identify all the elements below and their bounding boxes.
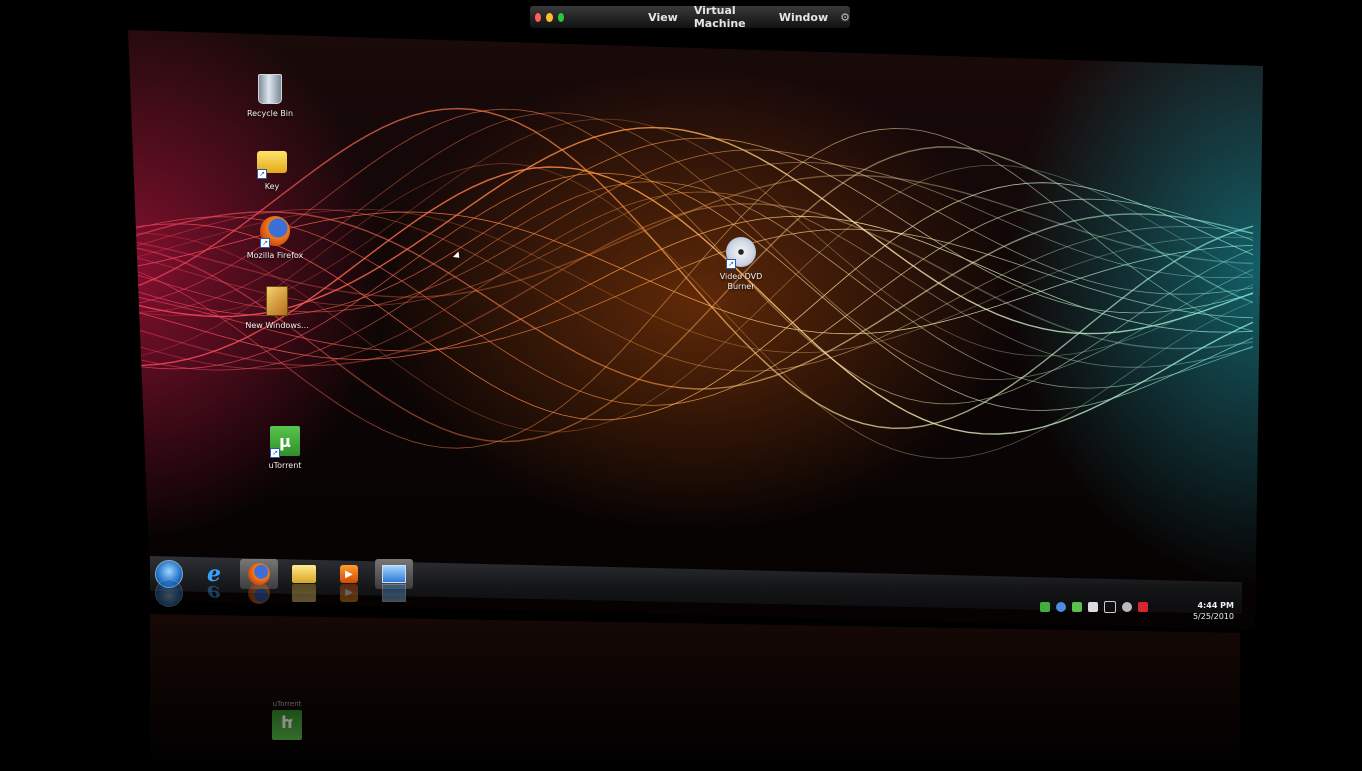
desktop-icon-label: New Windows... (245, 321, 309, 330)
folder-icon: ↗ (255, 145, 289, 179)
utorrent-icon: µ ↗ (268, 424, 302, 458)
document-icon (260, 284, 294, 318)
bluetooth-icon[interactable] (1056, 602, 1066, 612)
utorrent-tray-icon[interactable] (1072, 602, 1082, 612)
recycle-bin-icon (253, 72, 287, 106)
shortcut-arrow-icon: ↗ (270, 448, 280, 458)
desktop-reflection (150, 614, 1240, 771)
close-window-dot[interactable] (535, 12, 542, 22)
taskbar-clock[interactable]: 4:44 PM 5/25/2010 (1178, 600, 1234, 622)
clock-time: 4:44 PM (1197, 601, 1234, 610)
desktop-icon-video-dvd[interactable]: ↗ Video DVD Burner (706, 235, 776, 292)
desktop-icon-label: Mozilla Firefox (246, 251, 304, 260)
desktop-icon-label: Recycle Bin (246, 109, 294, 118)
utorrent-icon: µ (272, 710, 302, 740)
volume-icon[interactable] (1122, 602, 1132, 612)
utorrent-reflection: uTorrent µ (272, 700, 302, 740)
shortcut-arrow-icon: ↗ (257, 169, 267, 179)
shortcut-arrow-icon: ↗ (260, 238, 270, 248)
desktop-icon-firefox[interactable]: ↗ Mozilla Firefox (240, 214, 310, 261)
desktop-icon-label: Video DVD Burner (719, 272, 763, 291)
menu-window[interactable]: Window (779, 11, 828, 24)
gear-icon[interactable]: ⚙ (840, 11, 850, 24)
reflection-label: uTorrent (272, 700, 302, 708)
desktop-icon-label: Key (264, 182, 280, 191)
security-icon[interactable] (1088, 602, 1098, 612)
menu-view[interactable]: View (648, 11, 678, 24)
screenshot-stage: View Virtual Machine Window ⚙ Recycle Bi… (0, 0, 1362, 771)
network-icon[interactable] (1040, 602, 1050, 612)
firefox-icon: ↗ (258, 214, 292, 248)
taskbar-reflection: e ▶ (150, 578, 420, 608)
system-tray (1040, 596, 1190, 618)
desktop-icon-label: uTorrent (268, 461, 302, 470)
desktop-icon-recycle-bin[interactable]: Recycle Bin (235, 72, 305, 119)
desktop-icon-key[interactable]: ↗ Key (237, 145, 307, 192)
disc-icon: ↗ (724, 235, 758, 269)
flag-icon[interactable] (1138, 602, 1148, 612)
zoom-window-dot[interactable] (557, 12, 565, 22)
desktop-icon-utorrent[interactable]: µ ↗ uTorrent (250, 424, 320, 471)
minimize-window-dot[interactable] (546, 12, 553, 22)
sync-icon[interactable] (1104, 601, 1116, 613)
desktop-icon-new-windows[interactable]: New Windows... (242, 284, 312, 331)
clock-date: 5/25/2010 (1192, 612, 1234, 621)
host-menu-bar: View Virtual Machine Window ⚙ (530, 4, 850, 30)
menu-virtual-machine[interactable]: Virtual Machine (694, 4, 763, 30)
vm-desktop[interactable]: Recycle Bin ↗ Key ↗ Mozilla Firefox New … (128, 30, 1263, 630)
shortcut-arrow-icon: ↗ (726, 259, 736, 269)
